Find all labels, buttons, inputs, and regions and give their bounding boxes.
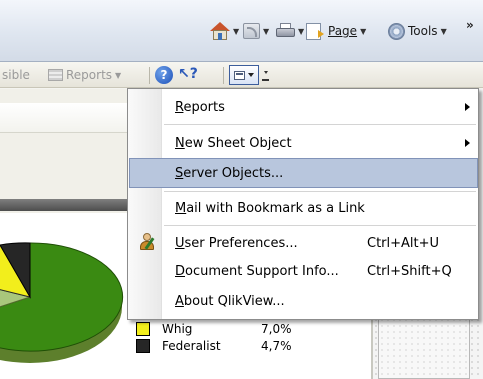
toolbar-overflow-button[interactable]: » bbox=[466, 14, 474, 36]
menu-separator bbox=[164, 225, 476, 226]
page-menu-label: Page bbox=[328, 24, 358, 38]
pie-chart[interactable] bbox=[0, 235, 130, 370]
reports-label: Reports bbox=[66, 68, 113, 82]
chevron-down-icon: ▼ bbox=[360, 26, 367, 36]
page-icon bbox=[306, 22, 324, 40]
home-icon bbox=[210, 22, 230, 40]
window-menu-icon bbox=[234, 70, 245, 80]
whats-this-icon[interactable]: ↖? bbox=[178, 66, 200, 84]
browser-command-bar: ▼ ▼ ▼ Page ▼ Tools ▼ » bbox=[0, 0, 483, 62]
toolbar-partial-button[interactable]: sible bbox=[2, 66, 30, 84]
chevron-down-icon: ▼ bbox=[440, 26, 447, 36]
gear-icon bbox=[388, 22, 405, 40]
context-menu: Reports New Sheet Object Server Objects.… bbox=[127, 88, 479, 320]
tools-menu-label: Tools bbox=[408, 24, 438, 38]
legend-name: Federalist bbox=[162, 339, 221, 353]
print-button[interactable]: ▼ bbox=[276, 20, 304, 42]
toolbar-options-icon[interactable] bbox=[262, 71, 269, 81]
window-menu-button[interactable] bbox=[229, 65, 259, 85]
feeds-icon bbox=[243, 23, 260, 39]
menu-item-server-objects[interactable]: Server Objects... bbox=[129, 158, 478, 188]
reports-icon bbox=[48, 69, 63, 81]
menu-item-label: Mail with Bookmark as a Link bbox=[175, 200, 365, 216]
menu-item-shortcut: Ctrl+Shift+Q bbox=[367, 263, 452, 279]
menu-item-new-sheet-object[interactable]: New Sheet Object bbox=[129, 128, 478, 158]
menu-item-label: New Sheet Object bbox=[175, 135, 292, 151]
toolbar-separator bbox=[149, 67, 150, 84]
menu-item-label: User Preferences... bbox=[175, 235, 298, 251]
chevron-down-icon: ▼ bbox=[115, 70, 122, 80]
feeds-button[interactable]: ▼ bbox=[243, 20, 269, 42]
legend-swatch bbox=[136, 322, 150, 336]
tools-menu-button[interactable]: Tools ▼ bbox=[388, 20, 447, 42]
menu-separator bbox=[164, 124, 476, 125]
menu-item-mail-bookmark[interactable]: Mail with Bookmark as a Link bbox=[129, 193, 478, 223]
home-button[interactable]: ▼ bbox=[210, 20, 239, 42]
menu-item-shortcut: Ctrl+Alt+U bbox=[367, 235, 440, 251]
user-preferences-icon bbox=[138, 233, 156, 251]
chart-legend: Whig 7,0% Federalist 4,7% bbox=[136, 321, 372, 379]
menu-item-label: Server Objects... bbox=[175, 165, 284, 181]
page-menu-button[interactable]: Page ▼ bbox=[306, 20, 366, 42]
qlikview-toolbar: sible Reports ▼ ? ↖? bbox=[0, 62, 483, 88]
help-icon[interactable]: ? bbox=[155, 66, 173, 84]
toolbar-partial-label: sible bbox=[2, 68, 30, 82]
chevron-down-icon[interactable]: ▼ bbox=[298, 27, 304, 36]
legend-value: 4,7% bbox=[261, 339, 292, 353]
legend-value: 7,0% bbox=[261, 322, 292, 336]
menu-item-label: Reports bbox=[175, 99, 225, 115]
menu-item-label-rest: eports bbox=[183, 99, 225, 115]
menu-item-reports[interactable]: Reports bbox=[129, 92, 478, 122]
toolbar-separator bbox=[223, 67, 224, 84]
print-icon bbox=[276, 22, 295, 40]
chevron-down-icon[interactable]: ▼ bbox=[263, 27, 269, 36]
menu-item-label: Document Support Info... bbox=[175, 263, 339, 279]
overflow-chevron-icon: » bbox=[466, 18, 474, 32]
menu-item-label: About QlikView... bbox=[175, 293, 285, 309]
chevron-down-icon[interactable]: ▼ bbox=[233, 27, 239, 36]
legend-item: Whig 7,0% bbox=[136, 321, 292, 337]
chevron-down-icon bbox=[248, 73, 254, 77]
menu-item-user-preferences[interactable]: User Preferences... Ctrl+Alt+U bbox=[129, 228, 478, 258]
submenu-arrow-icon bbox=[465, 139, 470, 147]
reports-button[interactable]: Reports ▼ bbox=[48, 66, 121, 84]
menu-separator bbox=[164, 191, 476, 192]
menu-item-about-qlikview[interactable]: About QlikView... bbox=[129, 286, 478, 316]
legend-item: Federalist 4,7% bbox=[136, 338, 292, 354]
submenu-arrow-icon bbox=[465, 103, 470, 111]
menu-item-document-support-info[interactable]: Document Support Info... Ctrl+Shift+Q bbox=[129, 256, 478, 286]
legend-swatch bbox=[136, 339, 150, 353]
legend-name: Whig bbox=[162, 322, 193, 336]
